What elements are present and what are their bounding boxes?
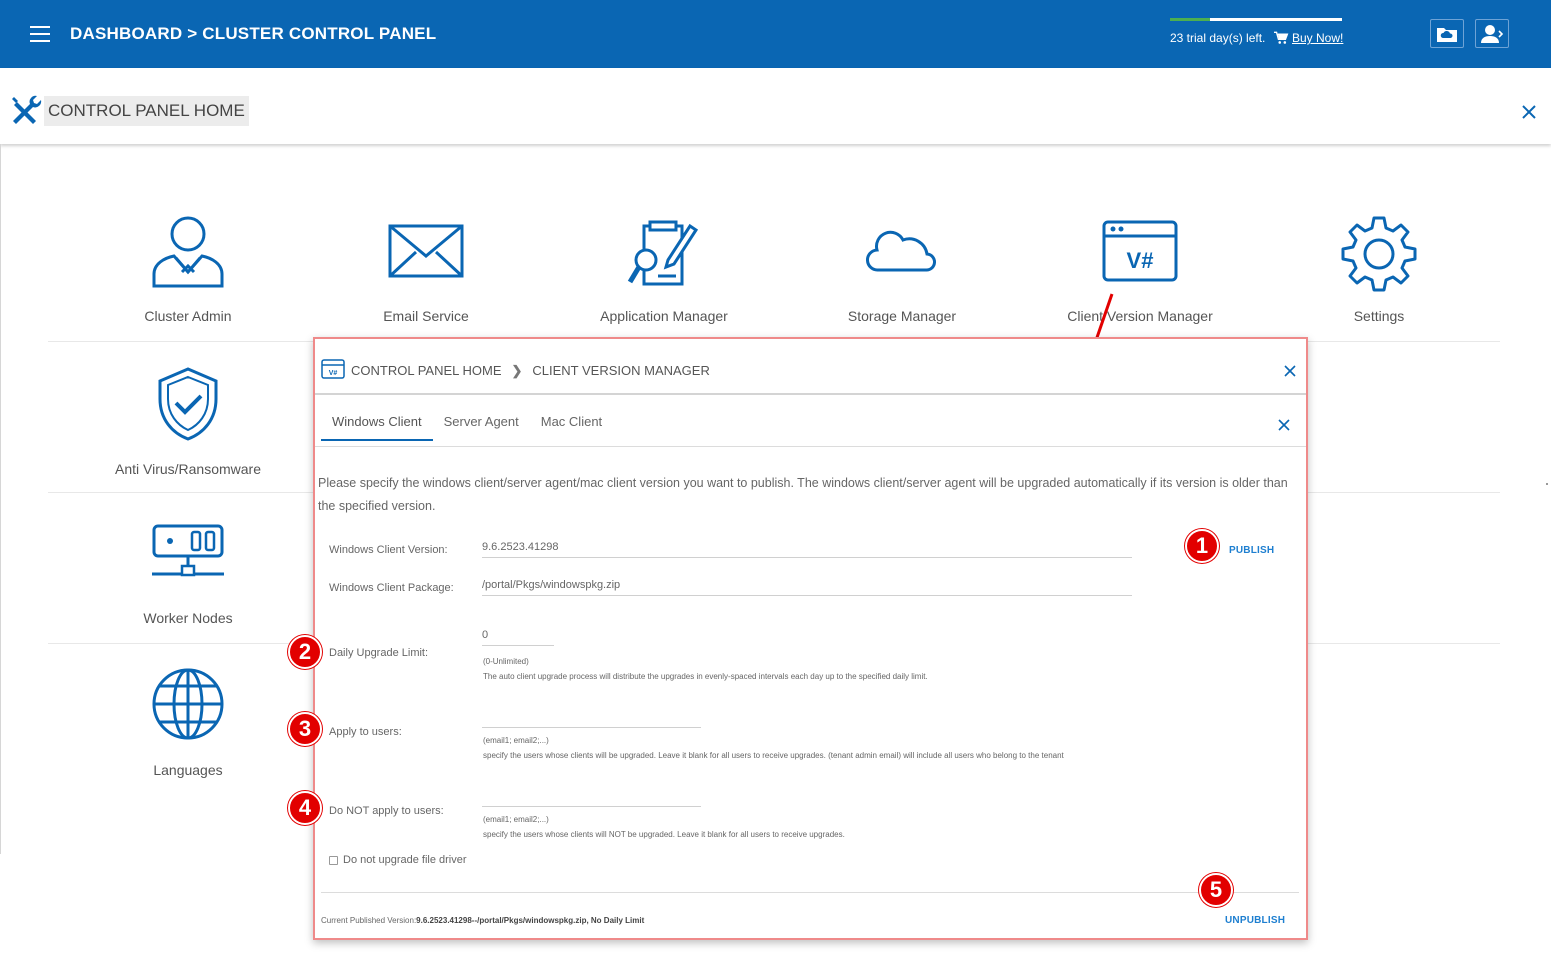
cloud-folder-button[interactable] — [1430, 19, 1464, 48]
description-text: Please specify the windows client/server… — [318, 476, 1288, 513]
tile-label: Application Manager — [600, 308, 728, 324]
tile-label: Worker Nodes — [143, 610, 233, 626]
annotation-badge: 3 — [288, 712, 322, 746]
daily-limit-input[interactable] — [482, 629, 554, 646]
current-published-version: Current Published Version:9.6.2523.41298… — [321, 916, 645, 925]
tile-settings[interactable]: Settings — [1260, 214, 1498, 324]
annotation-badge: 1 — [1185, 529, 1219, 563]
tile-label: Email Service — [383, 308, 469, 324]
exclude-users-input[interactable] — [482, 790, 701, 807]
tools-icon — [12, 95, 42, 124]
globe-icon — [152, 668, 224, 740]
file-driver-checkbox[interactable] — [329, 855, 338, 865]
gear-icon — [1341, 216, 1417, 292]
tile-client-version-manager[interactable]: V# Client Version Manager — [1021, 214, 1259, 324]
cloud-icon — [866, 230, 936, 272]
breadcrumb: CONTROL PANEL HOME ❯ CLIENT VERSION MANAGE… — [351, 363, 710, 379]
annotation-badge: 5 — [1199, 873, 1233, 907]
buy-now-link[interactable]: Buy Now! — [1292, 31, 1343, 45]
dialog-header: V# CONTROL PANEL HOME ❯ CLIENT VERSION MAN… — [315, 339, 1306, 395]
cloud-folder-icon — [1437, 27, 1457, 42]
file-driver-checkbox-row: Do not upgrade file driver — [329, 854, 467, 866]
apply-users-hint: (email1; email2;...) — [483, 736, 549, 745]
daily-limit-label: Daily Upgrade Limit: — [329, 647, 429, 659]
application-manager-icon — [627, 220, 699, 286]
tile-storage-manager[interactable]: Storage Manager — [783, 214, 1021, 324]
apply-users-input[interactable] — [482, 711, 701, 728]
trial-progress-bar — [1170, 18, 1342, 21]
panel-title: CONTROL PANEL HOME — [44, 96, 249, 126]
tabs-divider — [315, 446, 1306, 447]
client-version-manager-dialog: V# CONTROL PANEL HOME ❯ CLIENT VERSION MAN… — [313, 337, 1308, 940]
client-version-icon: V# — [1102, 220, 1178, 282]
tile-worker-nodes[interactable]: Worker Nodes — [69, 520, 307, 626]
page-title: DASHBOARD > CLUSTER CONTROL PANEL — [70, 24, 437, 43]
apply-users-description: specify the users whose clients will be … — [483, 751, 1064, 760]
shield-check-icon — [158, 367, 218, 441]
exclude-users-description: specify the users whose clients will NOT… — [483, 830, 845, 839]
user-account-button[interactable] — [1475, 19, 1509, 48]
tab-mac-client[interactable]: Mac Client — [530, 409, 613, 441]
tile-label: Client Version Manager — [1067, 308, 1213, 324]
tile-languages[interactable]: Languages — [69, 666, 307, 778]
tile-label: Languages — [153, 762, 223, 778]
tile-cluster-admin[interactable]: Cluster Admin — [69, 214, 307, 324]
close-icon[interactable] — [1284, 365, 1296, 377]
exclude-users-hint: (email1; email2;...) — [483, 815, 549, 824]
annotation-badge: 4 — [288, 791, 322, 825]
tile-label: Cluster Admin — [144, 308, 232, 324]
envelope-icon — [388, 224, 464, 278]
version-input[interactable] — [482, 541, 1132, 558]
version-label: Windows Client Version: — [329, 544, 448, 556]
tile-label: Storage Manager — [847, 308, 957, 324]
tile-email-service[interactable]: Email Service — [307, 214, 545, 324]
package-input[interactable] — [482, 579, 1132, 596]
tile-label: Settings — [1353, 308, 1405, 324]
client-version-small-icon: V# — [321, 359, 345, 379]
tile-anti-virus[interactable]: Anti Virus/Ransomware — [69, 365, 307, 477]
publish-button[interactable]: PUBLISH — [1229, 545, 1274, 556]
daily-limit-description: The auto client upgrade process will dis… — [483, 672, 928, 681]
panel-header: CONTROL PANEL HOME — [0, 68, 1551, 144]
footer-divider — [321, 892, 1299, 893]
decorative-dot — [1546, 483, 1548, 485]
tab-bar: Windows Client Server Agent Mac Client — [321, 409, 613, 441]
tile-label: Anti Virus/Ransomware — [114, 461, 262, 477]
close-icon[interactable] — [1278, 419, 1290, 431]
chevron-right-icon: ❯ — [511, 363, 523, 378]
tile-application-manager[interactable]: Application Manager — [545, 214, 783, 324]
server-node-icon — [152, 524, 224, 577]
user-account-icon — [1481, 24, 1504, 43]
cluster-admin-icon — [152, 216, 224, 288]
breadcrumb-current: CLIENT VERSION MANAGER — [532, 363, 710, 378]
annotation-badge: 2 — [288, 635, 322, 669]
trial-days-text: 23 trial day(s) left. — [1170, 31, 1266, 45]
hamburger-menu-icon[interactable] — [30, 26, 50, 42]
apply-users-label: Apply to users: — [329, 726, 402, 738]
file-driver-checkbox-label: Do not upgrade file driver — [343, 854, 467, 866]
unpublish-button[interactable]: UNPUBLISH — [1225, 915, 1285, 926]
cart-icon — [1274, 31, 1289, 44]
package-label: Windows Client Package: — [329, 582, 454, 594]
close-icon[interactable] — [1521, 104, 1537, 120]
svg-text:V#: V# — [329, 370, 338, 377]
tab-windows-client[interactable]: Windows Client — [321, 409, 433, 441]
left-divider — [0, 144, 1, 854]
breadcrumb-home[interactable]: CONTROL PANEL HOME — [351, 363, 501, 378]
svg-text:V#: V# — [1127, 248, 1154, 273]
exclude-users-label: Do NOT apply to users: — [329, 805, 444, 817]
tab-server-agent[interactable]: Server Agent — [433, 409, 530, 441]
daily-limit-hint: (0-Unlimited) — [483, 657, 529, 666]
top-bar: DASHBOARD > CLUSTER CONTROL PANEL 23 tri… — [0, 0, 1551, 68]
